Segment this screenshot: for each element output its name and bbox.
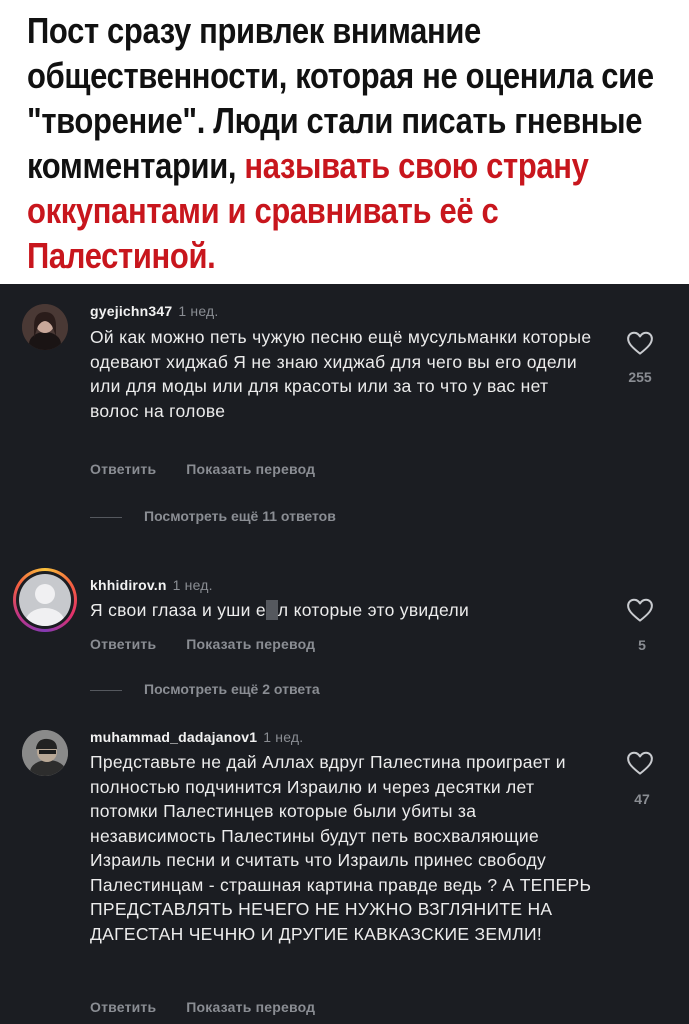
comment-time: 1 нед. bbox=[263, 729, 304, 745]
comment-actions: Ответить Показать перевод bbox=[90, 636, 315, 652]
censor-bar bbox=[265, 600, 278, 620]
comment-text: Я свои глаза и уши ел которые это увидел… bbox=[90, 600, 470, 620]
reply-button[interactable]: Ответить bbox=[90, 999, 156, 1015]
comment-text: Представьте не дай Аллах вдруг Палестина… bbox=[90, 752, 592, 944]
headline-text: Пост сразу привлек внимание общественнос… bbox=[27, 8, 663, 278]
avatar-photo-icon bbox=[22, 730, 68, 776]
comment-time: 1 нед. bbox=[172, 577, 213, 593]
avatar[interactable] bbox=[22, 730, 68, 776]
news-headline: Пост сразу привлек внимание общественнос… bbox=[0, 0, 689, 284]
comments-screenshot: gyejichn347 1 нед. Ой как можно петь чужу… bbox=[0, 284, 689, 1024]
show-translation-button[interactable]: Показать перевод bbox=[186, 999, 315, 1015]
avatar-photo-icon bbox=[22, 304, 68, 350]
avatar[interactable] bbox=[22, 304, 68, 350]
comment-text: Ой как можно петь чужую песню ещё мусуль… bbox=[90, 327, 592, 421]
reply-button[interactable]: Ответить bbox=[90, 461, 156, 477]
view-replies-button[interactable]: Посмотреть ещё 11 ответов bbox=[90, 508, 336, 524]
comment-actions: Ответить Показать перевод bbox=[90, 999, 315, 1015]
default-avatar-icon bbox=[19, 574, 71, 626]
like-heart-icon[interactable] bbox=[625, 748, 655, 778]
like-count: 255 bbox=[628, 369, 652, 385]
comment-username[interactable]: khhidirov.n 1 нед. bbox=[90, 577, 213, 593]
like-count: 5 bbox=[638, 637, 646, 653]
comment-time: 1 нед. bbox=[178, 303, 219, 319]
replies-divider bbox=[90, 516, 122, 518]
comment-username[interactable]: gyejichn347 1 нед. bbox=[90, 303, 219, 319]
like-count: 47 bbox=[634, 791, 650, 807]
show-translation-button[interactable]: Показать перевод bbox=[186, 636, 315, 652]
comment-actions: Ответить Показать перевод bbox=[90, 461, 315, 477]
reply-button[interactable]: Ответить bbox=[90, 636, 156, 652]
like-heart-icon[interactable] bbox=[625, 595, 655, 625]
like-heart-icon[interactable] bbox=[625, 328, 655, 358]
replies-divider bbox=[90, 689, 122, 691]
show-translation-button[interactable]: Показать перевод bbox=[186, 461, 315, 477]
story-ring[interactable] bbox=[13, 568, 77, 632]
view-replies-button[interactable]: Посмотреть ещё 2 ответа bbox=[90, 681, 320, 697]
comment-username[interactable]: muhammad_dadajanov1 1 нед. bbox=[90, 729, 303, 745]
